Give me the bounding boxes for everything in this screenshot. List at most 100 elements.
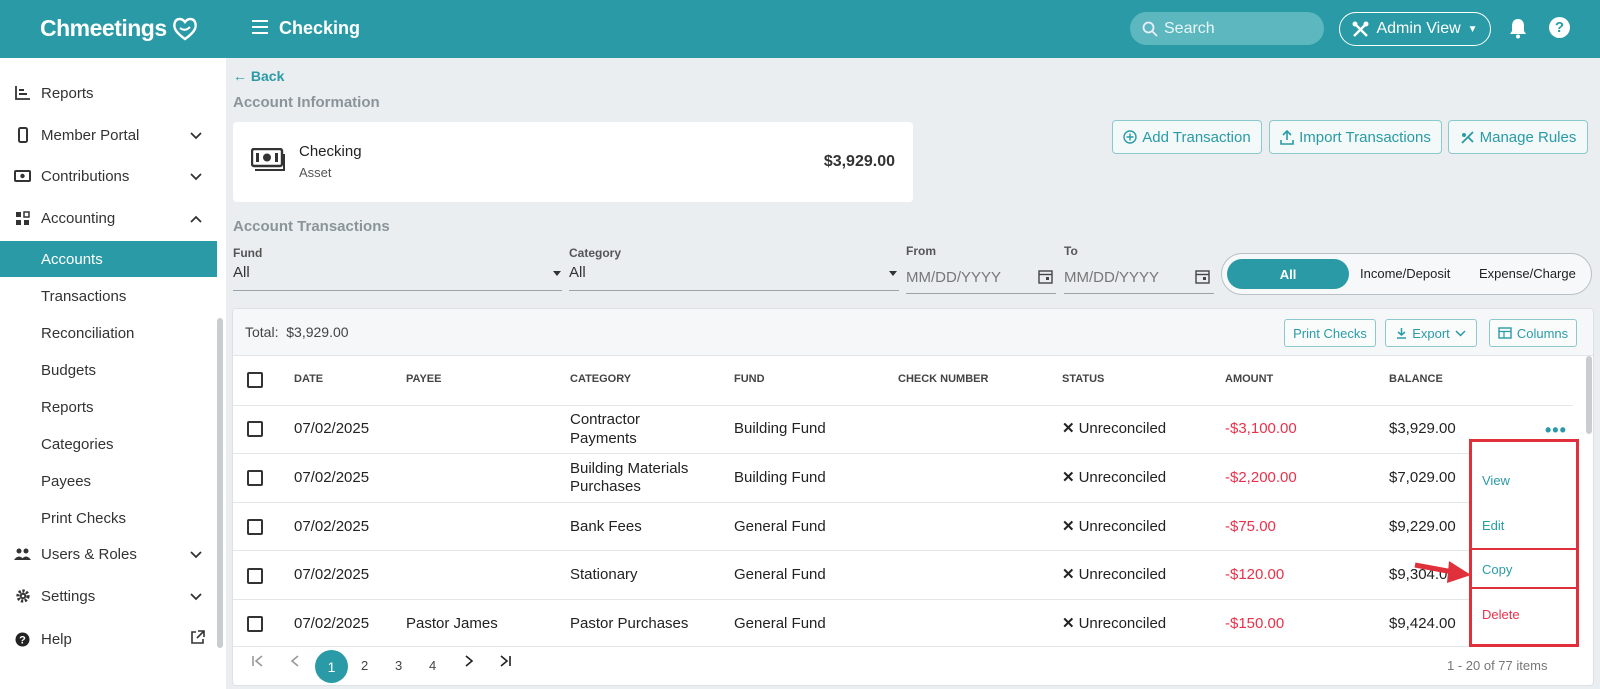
sidebar-item-help[interactable]: ? Help xyxy=(0,621,217,657)
page-2-button[interactable]: 2 xyxy=(361,658,368,673)
fund-filter-select[interactable]: All xyxy=(233,264,250,281)
sidebar-item-accounts[interactable]: Accounts xyxy=(0,241,217,277)
toggle-income-deposit[interactable]: Income/Deposit xyxy=(1360,266,1450,281)
sidebar-item-settings[interactable]: Settings xyxy=(0,578,217,614)
sidebar-item-categories[interactable]: Categories xyxy=(0,426,217,462)
status-text: Unreconciled xyxy=(1078,566,1167,583)
status-text: Unreconciled xyxy=(1078,420,1167,437)
page-3-button[interactable]: 3 xyxy=(395,658,402,673)
row-checkbox[interactable] xyxy=(247,568,263,584)
calendar-icon[interactable] xyxy=(1038,269,1053,284)
chevron-down-icon xyxy=(190,127,202,144)
menu-item-delete[interactable]: Delete xyxy=(1482,607,1520,622)
sidebar-item-reports[interactable]: Reports xyxy=(0,75,217,111)
pagination-info: 1 - 20 of 77 items xyxy=(1447,658,1548,673)
column-header-amount[interactable]: AMOUNT xyxy=(1225,373,1273,385)
row-checkbox[interactable] xyxy=(247,519,263,535)
row-checkbox[interactable] xyxy=(247,616,263,632)
logo-heart-icon xyxy=(172,17,197,40)
sidebar-item-print-checks[interactable]: Print Checks xyxy=(0,500,217,536)
page-1-button[interactable]: 1 xyxy=(315,650,348,683)
search-placeholder: Search xyxy=(1164,19,1215,37)
row-divider xyxy=(233,502,1573,503)
cell-amount: -$150.00 xyxy=(1225,615,1285,632)
search-input[interactable]: Search xyxy=(1130,12,1324,45)
cell-date: 07/02/2025 xyxy=(294,469,370,486)
cell-category: Pastor Purchases xyxy=(570,615,689,632)
sidebar-item-label: Reports xyxy=(41,398,94,416)
row-actions-ellipsis-icon[interactable]: ••• xyxy=(1545,420,1567,441)
sidebar-item-label: Member Portal xyxy=(41,126,140,144)
status-text: Unreconciled xyxy=(1078,469,1167,486)
rules-icon xyxy=(1460,130,1474,144)
from-date-input[interactable]: MM/DD/YYYY xyxy=(906,269,1001,286)
sidebar-scrollbar[interactable] xyxy=(217,318,223,648)
column-header-payee[interactable]: PAYEE xyxy=(406,373,441,385)
column-header-check-number[interactable]: CHECK NUMBER xyxy=(898,373,988,385)
column-header-balance[interactable]: BALANCE xyxy=(1389,373,1443,385)
sidebar-item-member-portal[interactable]: Member Portal xyxy=(0,117,217,153)
sidebar-item-users-roles[interactable]: Users & Roles xyxy=(0,536,217,572)
close-icon: ✕ xyxy=(1062,420,1075,437)
first-page-icon[interactable] xyxy=(251,654,265,671)
export-button[interactable]: Export xyxy=(1385,319,1477,347)
grid-scrollbar[interactable] xyxy=(1586,356,1592,434)
cell-status: ✕ Unreconciled xyxy=(1062,518,1166,536)
logo-text: Chmeetings xyxy=(40,15,167,41)
menu-divider xyxy=(1472,548,1576,550)
sidebar-item-accounting[interactable]: Accounting xyxy=(0,200,217,236)
select-all-checkbox[interactable] xyxy=(247,372,263,388)
column-header-date[interactable]: DATE xyxy=(294,373,323,385)
sidebar-item-reconciliation[interactable]: Reconciliation xyxy=(0,315,217,351)
sidebar-item-accounting-reports[interactable]: Reports xyxy=(0,389,217,425)
menu-item-copy[interactable]: Copy xyxy=(1482,562,1512,577)
last-page-icon[interactable] xyxy=(498,654,512,671)
top-bar: Chmeetings Checking Search Admin View ▼ … xyxy=(0,0,1600,58)
cell-category: Building Materials xyxy=(570,460,689,477)
columns-button[interactable]: Columns xyxy=(1489,319,1577,347)
account-type: Asset xyxy=(299,165,332,180)
import-transactions-button[interactable]: Import Transactions xyxy=(1269,120,1442,154)
help-icon[interactable]: ? xyxy=(1549,17,1570,38)
back-link[interactable]: ← Back xyxy=(233,68,284,84)
menu-item-edit[interactable]: Edit xyxy=(1482,518,1504,533)
menu-item-view[interactable]: View xyxy=(1482,473,1510,488)
to-date-input[interactable]: MM/DD/YYYY xyxy=(1064,269,1159,286)
column-header-category[interactable]: CATEGORY xyxy=(570,373,631,385)
row-checkbox[interactable] xyxy=(247,421,263,437)
sidebar-item-payees[interactable]: Payees xyxy=(0,463,217,499)
toggle-expense-charge[interactable]: Expense/Charge xyxy=(1479,266,1576,281)
columns-icon xyxy=(1498,327,1512,339)
bell-icon[interactable] xyxy=(1508,17,1528,39)
sidebar-item-transactions[interactable]: Transactions xyxy=(0,278,217,314)
cell-date: 07/02/2025 xyxy=(294,615,370,632)
close-icon: ✕ xyxy=(1062,469,1075,486)
page-4-button[interactable]: 4 xyxy=(429,658,436,673)
calendar-icon[interactable] xyxy=(1195,269,1210,284)
add-transaction-button[interactable]: Add Transaction xyxy=(1112,120,1262,154)
category-caret-icon xyxy=(889,271,897,276)
sidebar-item-budgets[interactable]: Budgets xyxy=(0,352,217,388)
row-checkbox[interactable] xyxy=(247,470,263,486)
cell-date: 07/02/2025 xyxy=(294,420,370,437)
cell-amount: -$3,100.00 xyxy=(1225,420,1297,437)
print-checks-button[interactable]: Print Checks xyxy=(1284,319,1376,347)
sidebar-item-label: Payees xyxy=(41,472,92,490)
prev-page-icon[interactable] xyxy=(290,654,300,671)
hamburger-menu-icon[interactable] xyxy=(252,20,268,34)
cell-status: ✕ Unreconciled xyxy=(1062,469,1166,487)
sidebar-item-contributions[interactable]: Contributions xyxy=(0,158,217,194)
admin-view-button[interactable]: Admin View ▼ xyxy=(1339,12,1491,46)
row-divider xyxy=(233,453,1573,454)
toggle-all[interactable]: All xyxy=(1227,259,1349,289)
category-filter-select[interactable]: All xyxy=(569,264,586,281)
status-text: Unreconciled xyxy=(1078,518,1167,535)
cell-status: ✕ Unreconciled xyxy=(1062,420,1166,438)
column-header-fund[interactable]: FUND xyxy=(734,373,765,385)
status-text: Unreconciled xyxy=(1078,615,1167,632)
app-logo[interactable]: Chmeetings xyxy=(40,15,199,42)
next-page-icon[interactable] xyxy=(464,654,474,671)
column-header-status[interactable]: STATUS xyxy=(1062,373,1104,385)
manage-rules-button[interactable]: Manage Rules xyxy=(1448,120,1588,154)
sidebar-item-label: Reports xyxy=(41,84,94,102)
